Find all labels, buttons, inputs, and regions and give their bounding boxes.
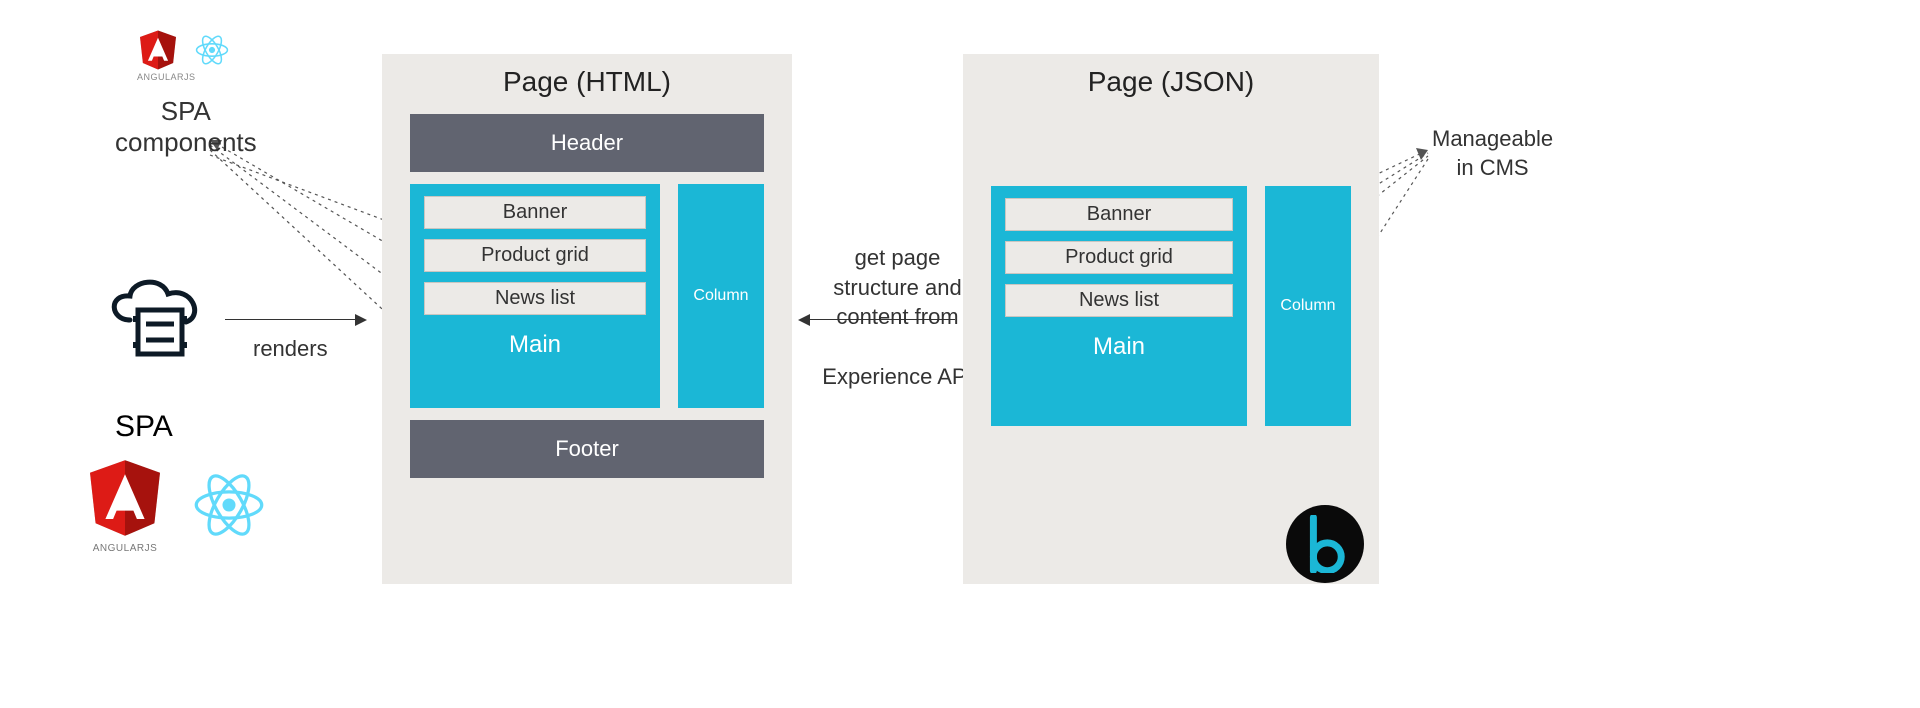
middle-line4: Experience API: [822, 364, 972, 389]
bloomreach-icon: [1286, 505, 1364, 583]
react-icon: [194, 33, 230, 72]
stage-item-product-grid: Product grid: [1005, 241, 1233, 274]
page-json-card: Page (JSON) Banner Product grid News lis…: [963, 54, 1379, 584]
experience-api-label: get page structure and content from Expe…: [820, 243, 975, 392]
column-section: Column: [678, 184, 764, 408]
spa-components-label: SPA components: [115, 96, 257, 158]
footer-section: Footer: [410, 420, 764, 478]
cloud-db-icon: [100, 272, 220, 373]
page-html-card: Page (HTML) Header Banner Product grid N…: [382, 54, 792, 584]
header-section: Header: [410, 114, 764, 172]
stage-item-banner: Banner: [1005, 198, 1233, 231]
manageable-in-cms-label: Manageable in CMS: [1432, 125, 1553, 182]
stage-item-banner: Banner: [424, 196, 646, 229]
renders-label: renders: [253, 336, 328, 362]
main-section-json: Banner Product grid News list Main: [991, 186, 1247, 426]
top-mini-logos: [140, 30, 230, 75]
renders-arrow: [225, 319, 365, 320]
page-json-title: Page (JSON): [991, 66, 1351, 98]
angular-mini-caption: ANGULARJS: [137, 72, 196, 82]
angular-icon: [140, 30, 176, 75]
angular-caption: ANGULARJS: [90, 543, 160, 554]
middle-line3: content from: [836, 304, 958, 329]
angular-icon: ANGULARJS: [90, 460, 160, 554]
stage-item-product-grid: Product grid: [424, 239, 646, 272]
stage-item-news-list: News list: [424, 282, 646, 315]
bottom-large-logos: ANGULARJS: [90, 460, 268, 554]
page-html-title: Page (HTML): [410, 66, 764, 98]
spa-label: SPA: [115, 410, 173, 444]
column-section-json: Column: [1265, 186, 1351, 426]
main-label: Main: [424, 331, 646, 359]
middle-line2: structure and: [833, 275, 961, 300]
middle-line1: get page: [855, 245, 941, 270]
stage-item-news-list: News list: [1005, 284, 1233, 317]
main-section: Banner Product grid News list Main: [410, 184, 660, 408]
main-label: Main: [1005, 333, 1233, 361]
react-icon: [190, 469, 268, 546]
